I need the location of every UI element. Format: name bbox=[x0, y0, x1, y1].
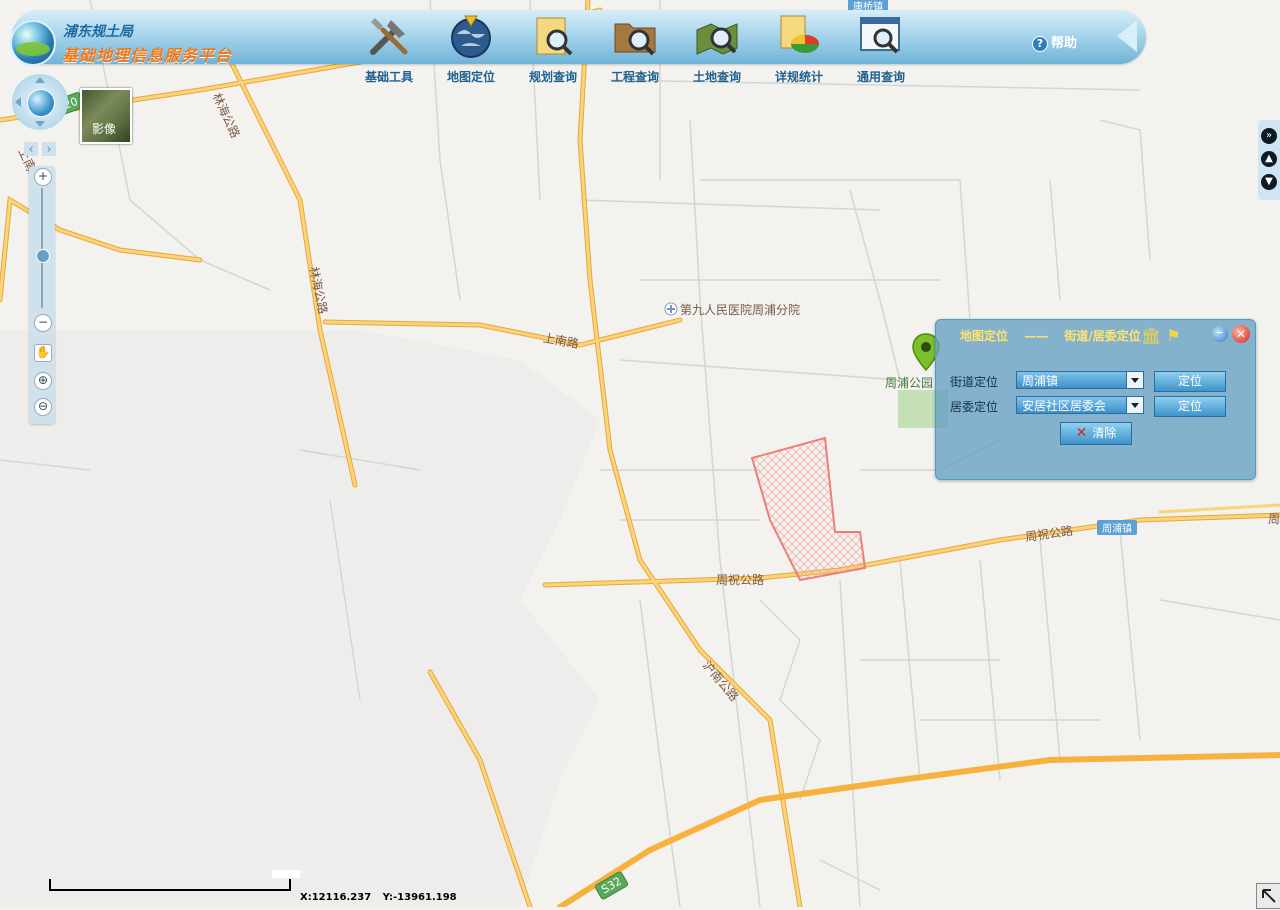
clear-button[interactable]: ✕ 清除 bbox=[1060, 422, 1132, 445]
history-back-icon[interactable]: ‹ bbox=[24, 142, 38, 156]
clear-x-icon: ✕ bbox=[1075, 425, 1088, 441]
scroll-up-icon[interactable]: ▲ bbox=[1261, 151, 1277, 167]
zoom-in-tool-icon[interactable]: ⊕ bbox=[34, 372, 52, 390]
minimize-icon[interactable]: – bbox=[1212, 326, 1228, 342]
nav-label: 地图定位 bbox=[446, 70, 495, 84]
expand-panel-icon[interactable]: » bbox=[1261, 128, 1277, 144]
coordinate-readout: X:12116.237 Y:-13961.198 bbox=[300, 892, 465, 903]
org-name: 浦东规土局 bbox=[63, 24, 133, 40]
nav-label: 规划查询 bbox=[528, 70, 577, 84]
nav-map-locate[interactable]: 地图定位 bbox=[434, 12, 508, 84]
close-icon[interactable]: ✕ bbox=[1232, 325, 1250, 343]
right-panel-controls: » ▲ ▼ bbox=[1258, 120, 1280, 200]
park-label: 周浦公园 bbox=[885, 376, 934, 390]
dialog-tools: 🏛 ⚑ bbox=[1141, 326, 1181, 345]
committee-select[interactable]: 安居社区居委会 bbox=[1016, 396, 1144, 414]
nav-label: 基础工具 bbox=[364, 70, 413, 84]
land-query-icon bbox=[696, 23, 738, 55]
nav-label: 详规统计 bbox=[774, 70, 823, 84]
nav-label: 土地查询 bbox=[692, 70, 741, 84]
pie-chart-icon bbox=[780, 15, 819, 53]
plan-query-icon bbox=[536, 17, 573, 56]
coord-y: Y:-13961.198 bbox=[382, 892, 457, 903]
nav-label: 通用查询 bbox=[856, 70, 905, 84]
nav-detailed-stats[interactable]: 详规统计 bbox=[762, 12, 836, 84]
zoom-toolbar: + − ✋ ⊕ ⊖ bbox=[29, 166, 55, 424]
pan-down-icon[interactable] bbox=[35, 121, 45, 127]
pan-hand-tool-icon[interactable]: ✋ bbox=[34, 344, 52, 362]
general-query-icon bbox=[860, 17, 900, 54]
nav-project-query[interactable]: 工程查询 bbox=[598, 12, 672, 84]
committee-locate-button[interactable]: 定位 bbox=[1154, 396, 1226, 417]
road-label-zhouzhu-1: 周祝公路 bbox=[716, 573, 765, 587]
street-select-value: 周浦镇 bbox=[1022, 374, 1059, 388]
signpost-icon[interactable]: ⚑ bbox=[1166, 326, 1180, 345]
nav-land-query[interactable]: 土地查询 bbox=[680, 12, 754, 84]
zoom-in-button[interactable]: + bbox=[34, 168, 52, 186]
nav-label: 工程查询 bbox=[610, 70, 659, 84]
street-locate-button[interactable]: 定位 bbox=[1154, 371, 1226, 392]
selected-committee-polygon[interactable] bbox=[750, 436, 867, 582]
pan-globe-icon[interactable] bbox=[27, 89, 55, 117]
help-label: 帮助 bbox=[1051, 36, 1078, 51]
street-select[interactable]: 周浦镇 bbox=[1016, 371, 1144, 389]
zoom-out-button[interactable]: − bbox=[34, 314, 52, 332]
globe-locate-icon bbox=[451, 15, 491, 58]
overview-map-toggle-icon[interactable] bbox=[1256, 883, 1280, 909]
history-forward-icon[interactable]: › bbox=[42, 142, 56, 156]
scale-ticks bbox=[272, 870, 300, 878]
dialog-title: 地图定位 —— 街道/居委定位 bbox=[960, 327, 1141, 344]
collapse-header-icon[interactable] bbox=[1117, 20, 1137, 52]
dialog-title-separator: —— bbox=[1024, 329, 1049, 343]
imagery-layer-toggle[interactable]: 影像 bbox=[80, 88, 132, 144]
platform-title: 基础地理信息服务平台 bbox=[62, 46, 233, 65]
chevron-down-icon[interactable] bbox=[1126, 397, 1143, 413]
nav-general-query[interactable]: 通用查询 bbox=[844, 12, 918, 84]
chevron-down-icon[interactable] bbox=[1126, 372, 1143, 388]
help-icon: ? bbox=[1032, 36, 1048, 52]
map-locate-dialog: 地图定位 —— 街道/居委定位 🏛 ⚑ – ✕ 街道定位 周浦镇 定位 居委定位… bbox=[935, 319, 1256, 480]
hospital-label: 第九人民医院周浦分院 bbox=[680, 303, 801, 317]
nav-basic-tools[interactable]: 基础工具 bbox=[352, 12, 426, 84]
dialog-title-right: 街道/居委定位 bbox=[1064, 329, 1141, 343]
logo-globe-icon bbox=[10, 20, 56, 66]
committee-select-value: 安居社区居委会 bbox=[1022, 399, 1107, 413]
imagery-label: 影像 bbox=[92, 122, 117, 136]
zoom-out-tool-icon[interactable]: ⊖ bbox=[34, 398, 52, 416]
coord-x: X:12116.237 bbox=[300, 892, 372, 903]
tools-icon bbox=[370, 18, 408, 55]
scale-bar bbox=[49, 879, 291, 891]
project-query-icon bbox=[614, 23, 656, 56]
pan-control[interactable] bbox=[12, 74, 68, 130]
clear-label: 清除 bbox=[1092, 426, 1117, 440]
dialog-title-left: 地图定位 bbox=[960, 329, 1009, 343]
pan-up-icon[interactable] bbox=[35, 77, 45, 83]
town-label-zhoupu: 周浦镇 bbox=[1097, 520, 1137, 535]
zoom-slider-track[interactable] bbox=[41, 188, 43, 308]
nav-plan-query[interactable]: 规划查询 bbox=[516, 12, 590, 84]
pan-left-icon[interactable] bbox=[15, 97, 21, 107]
edge-label: 周 bbox=[1268, 512, 1280, 526]
street-locate-label: 街道定位 bbox=[950, 375, 999, 389]
scroll-down-icon[interactable]: ▼ bbox=[1261, 174, 1277, 190]
help-button[interactable]: ? 帮助 bbox=[1032, 32, 1077, 52]
government-building-icon[interactable]: 🏛 bbox=[1141, 326, 1161, 345]
committee-locate-label: 居委定位 bbox=[950, 400, 999, 414]
zoom-slider-handle[interactable] bbox=[36, 249, 50, 263]
